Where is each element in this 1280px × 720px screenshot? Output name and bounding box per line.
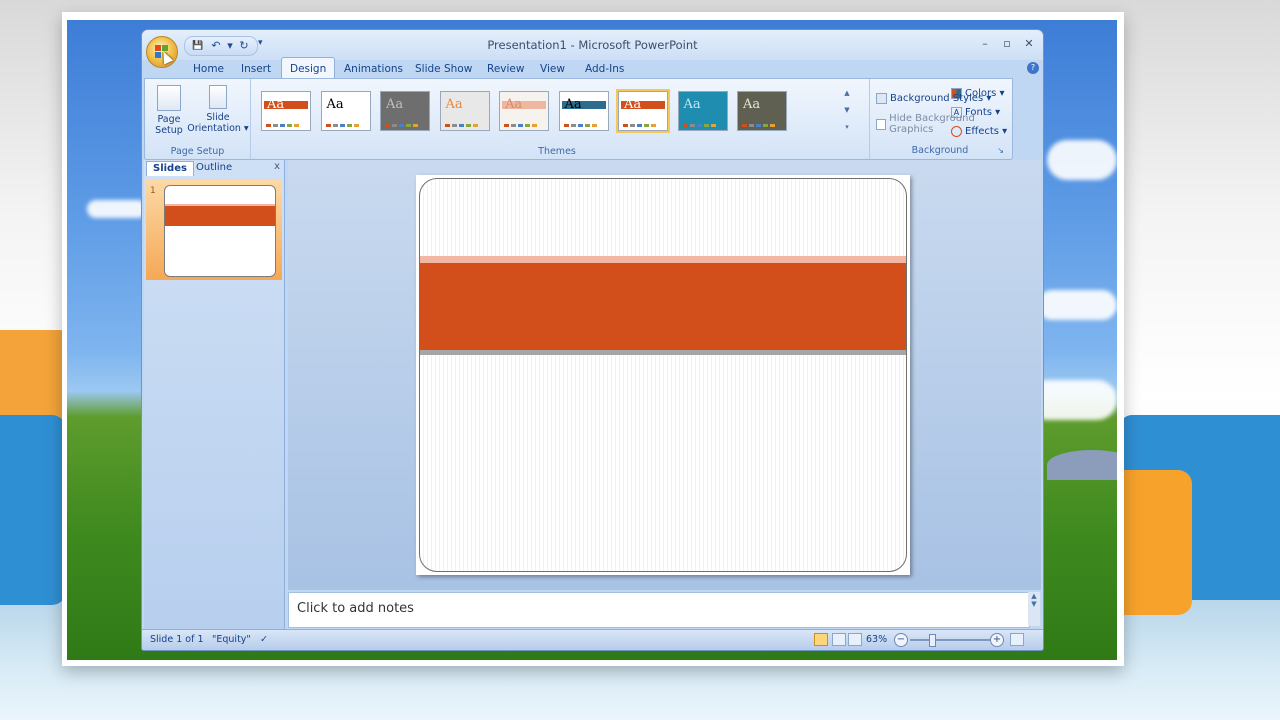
- tab-design[interactable]: Design: [281, 57, 336, 80]
- theme-olive[interactable]: Aa: [737, 91, 787, 131]
- background-styles-icon: [876, 92, 887, 104]
- theme-color-swatches: [563, 124, 597, 127]
- theme-color-swatches: [444, 124, 478, 127]
- tab-home[interactable]: Home: [185, 59, 232, 79]
- slide-sorter-button[interactable]: [832, 633, 846, 646]
- theme-teal[interactable]: Aa: [677, 91, 728, 131]
- spell-check-icon[interactable]: ✓: [260, 634, 268, 645]
- background-group: Background Styles ▾ Hide Background Grap…: [870, 78, 1010, 158]
- page-setup-button[interactable]: Page Setup: [153, 85, 185, 136]
- theme-equity[interactable]: Aa: [616, 89, 670, 133]
- gallery-scroll[interactable]: ▲ ▼ ▾: [841, 85, 853, 137]
- theme-color-swatches: [623, 124, 656, 127]
- slide-editing-area: [288, 160, 1041, 590]
- title-band-shadow: [420, 350, 906, 355]
- tab-animations[interactable]: Animations: [336, 59, 411, 79]
- tab-add-ins[interactable]: Add-Ins: [577, 59, 632, 79]
- theme-dark-grey[interactable]: Aa: [380, 91, 430, 131]
- gallery-more-icon[interactable]: ▾: [841, 119, 853, 136]
- tab-review[interactable]: Review: [479, 59, 532, 79]
- theme-preview-text: Aa: [624, 97, 642, 112]
- theme-preview-text: Aa: [564, 97, 582, 112]
- thumbnail-title-band: [165, 204, 275, 226]
- close-button[interactable]: ✕: [1021, 36, 1037, 52]
- theme-orange-grey[interactable]: Aa: [439, 91, 490, 131]
- notes-pane[interactable]: Click to add notes: [288, 592, 1030, 628]
- status-bar: Slide 1 of 1 "Equity" ✓ 63% − +: [142, 629, 1043, 650]
- checkbox-icon: [876, 118, 887, 130]
- theme-color-swatches: [504, 124, 537, 127]
- slide-orientation-button[interactable]: Slide Orientation ▾: [187, 85, 249, 134]
- hide-background-graphics-checkbox[interactable]: Hide Background Graphics: [876, 113, 1010, 135]
- slides-pane: Slides Outline x 1: [144, 160, 285, 632]
- help-icon[interactable]: ?: [1027, 62, 1039, 74]
- theme-color-swatches: [385, 124, 418, 127]
- theme-preview-text: Aa: [743, 97, 761, 112]
- zoom-out-button[interactable]: −: [894, 633, 908, 647]
- slide-background: [419, 178, 907, 572]
- powerpoint-window: 💾 ↶ ▾ ↻ ▾ Presentation1 - Microsoft Powe…: [141, 29, 1044, 651]
- tab-insert[interactable]: Insert: [233, 59, 279, 79]
- tab-slide-show[interactable]: Slide Show: [407, 59, 480, 79]
- mouse-cursor-icon: [158, 49, 174, 65]
- theme-preview-text: Aa: [505, 97, 523, 112]
- slide-show-button[interactable]: [848, 633, 862, 646]
- notes-scrollbar[interactable]: ▲ ▼: [1028, 592, 1040, 626]
- window-title: Presentation1 - Microsoft PowerPoint: [487, 38, 698, 52]
- blue-chair-left: [0, 415, 66, 605]
- tab-view[interactable]: View: [532, 59, 573, 79]
- themes-label: Themes: [538, 146, 576, 157]
- page-setup-icon: [157, 85, 181, 111]
- title-band[interactable]: [420, 263, 906, 350]
- theme-office-orange[interactable]: Aa: [261, 91, 311, 131]
- title-band-highlight: [420, 256, 906, 263]
- slide-number: 1: [150, 186, 156, 196]
- orange-chair-right: [1120, 470, 1192, 615]
- zoom-slider-thumb[interactable]: [929, 634, 936, 647]
- page-setup-group: Page Setup Slide Orientation ▾ Page Setu…: [145, 79, 251, 159]
- theme-preview-text: Aa: [445, 97, 463, 112]
- office-button[interactable]: [146, 36, 178, 68]
- maximize-button[interactable]: ▫: [999, 36, 1015, 52]
- window-controls: – ▫ ✕: [977, 36, 1037, 52]
- theme-color-swatches: [742, 124, 775, 127]
- theme-light-orange[interactable]: Aa: [499, 91, 549, 131]
- fit-to-window-button[interactable]: [1010, 633, 1024, 646]
- themes-group: Aa Aa Aa Aa Aa Aa Aa Aa Aa ▲ ▼ ▾ Themes: [251, 79, 870, 159]
- minimize-button[interactable]: –: [977, 36, 993, 52]
- theme-color-swatches: [325, 124, 359, 127]
- tab-slides[interactable]: Slides: [146, 161, 194, 176]
- slide-thumbnail[interactable]: [164, 185, 276, 277]
- orange-chair-left: [0, 330, 66, 420]
- background-styles-button[interactable]: Background Styles ▾: [876, 90, 991, 106]
- gallery-up-icon[interactable]: ▲: [841, 85, 853, 102]
- pane-tabs: Slides Outline x: [144, 160, 284, 176]
- page-setup-label: Page Setup: [170, 146, 225, 157]
- theme-color-swatches: [266, 124, 299, 127]
- theme-name: "Equity": [212, 634, 251, 645]
- normal-view-button[interactable]: [814, 633, 828, 646]
- theme-preview-text: Aa: [326, 97, 344, 112]
- theme-color-swatches: [682, 124, 716, 127]
- tab-outline[interactable]: Outline: [190, 161, 238, 175]
- close-pane-icon[interactable]: x: [274, 161, 280, 172]
- zoom-in-button[interactable]: +: [990, 633, 1004, 647]
- gallery-down-icon[interactable]: ▼: [841, 102, 853, 119]
- title-bar: 💾 ↶ ▾ ↻ ▾ Presentation1 - Microsoft Powe…: [142, 30, 1043, 60]
- slide-thumbnail-selected[interactable]: 1: [146, 180, 282, 280]
- background-label: Background: [911, 145, 969, 156]
- theme-office[interactable]: Aa: [320, 91, 371, 131]
- theme-white-blue[interactable]: Aa: [558, 91, 609, 131]
- zoom-level[interactable]: 63%: [866, 634, 887, 645]
- dialog-launcher-icon[interactable]: ↘: [997, 146, 1004, 155]
- theme-preview-text: Aa: [683, 97, 701, 112]
- slide-canvas[interactable]: [416, 175, 910, 575]
- slide-orientation-icon: [209, 85, 227, 109]
- slide-count: Slide 1 of 1: [150, 634, 204, 645]
- ribbon-tabs: Home Insert Design Animations Slide Show…: [142, 57, 1043, 80]
- theme-preview-text: Aa: [386, 97, 404, 112]
- zoom-slider[interactable]: [910, 639, 1000, 641]
- notes-placeholder: Click to add notes: [297, 601, 414, 616]
- theme-preview-text: Aa: [267, 97, 285, 112]
